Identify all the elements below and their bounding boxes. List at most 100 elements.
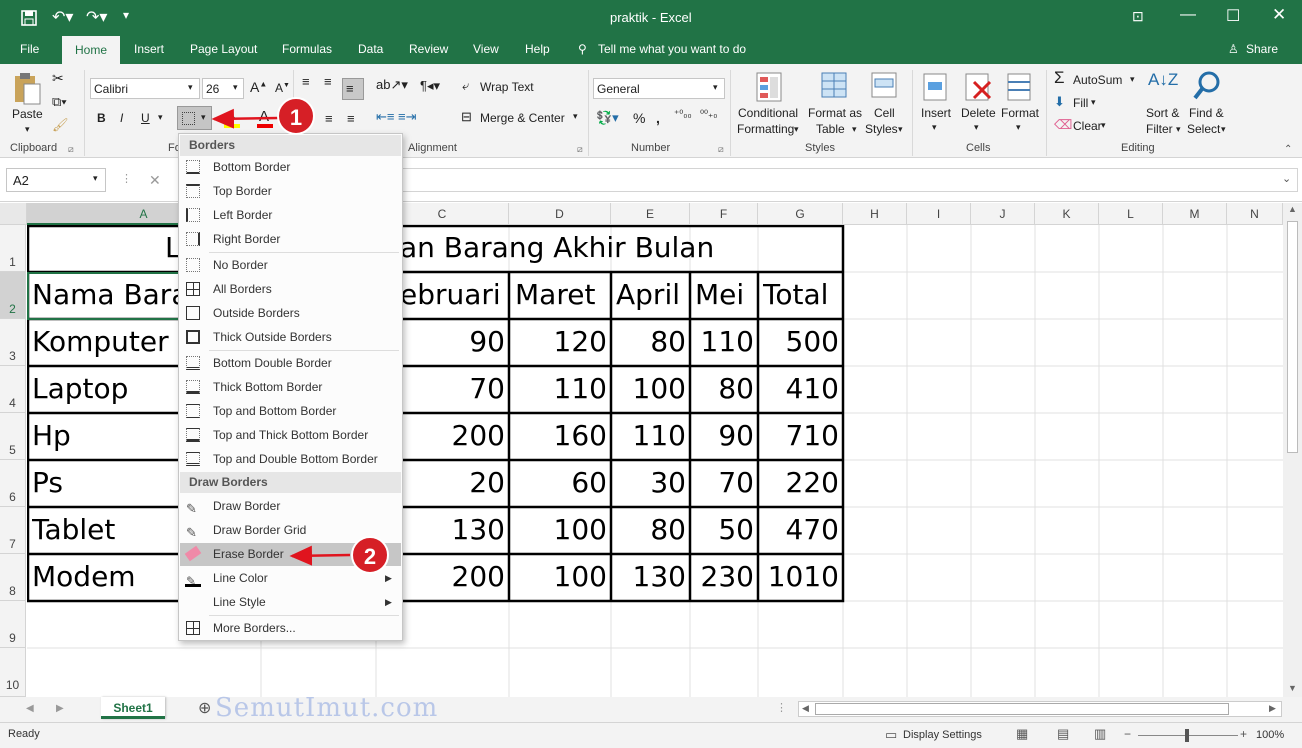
row-header-2[interactable]: 2 (0, 272, 26, 319)
header-cell-april[interactable]: April (616, 272, 680, 318)
italic-icon[interactable]: I (120, 111, 123, 125)
cell-value[interactable]: 120 (511, 319, 611, 365)
column-header-d[interactable]: D (509, 203, 611, 225)
menu-item-draw-border[interactable]: ✎ Draw Border (180, 495, 401, 518)
cell-value[interactable]: 710 (760, 413, 843, 459)
chevron-down-icon[interactable]: ▾ (1130, 74, 1135, 85)
decrease-indent-icon[interactable]: ⇤≡ (376, 109, 394, 125)
clear-button[interactable]: Clear (1073, 119, 1102, 133)
cell-styles-icon[interactable] (870, 71, 900, 103)
paste-button[interactable]: Paste (12, 107, 43, 121)
cell-value[interactable]: 410 (760, 366, 843, 412)
delete-cells-button[interactable]: Delete (961, 106, 996, 120)
cell-name[interactable]: Komputer (32, 319, 169, 365)
sort-filter-button[interactable]: Sort & (1146, 106, 1179, 120)
alignment-launcher-icon[interactable]: ⧄ (577, 144, 583, 155)
cell-value[interactable]: 160 (511, 413, 611, 459)
row-header-4[interactable]: 4 (0, 366, 26, 413)
cell-value[interactable]: 110 (511, 366, 611, 412)
row-header-10[interactable]: 10 (0, 648, 26, 697)
right-align-icon[interactable]: ≡ (347, 111, 355, 126)
column-header-f[interactable]: F (690, 203, 758, 225)
merge-center-button[interactable]: Merge & Center (480, 111, 565, 125)
menu-item-no-border[interactable]: No Border (180, 254, 401, 277)
cell-value[interactable]: 50 (692, 507, 758, 553)
zoom-level[interactable]: 100% (1256, 729, 1284, 741)
tab-view[interactable]: View (473, 42, 499, 56)
menu-item-top-and-double-bottom-border[interactable]: Top and Double Bottom Border (180, 448, 401, 471)
menu-item-line-style[interactable]: Line Style ▶ (180, 591, 401, 614)
share-button[interactable]: Share (1246, 42, 1278, 56)
tab-page-layout[interactable]: Page Layout (190, 42, 257, 56)
name-box[interactable]: A2 ▾ (6, 168, 106, 192)
select-all-corner[interactable] (0, 203, 27, 225)
find-select-button[interactable]: Find & (1189, 106, 1224, 120)
rtl-icon[interactable]: ¶◂▾ (420, 78, 440, 94)
menu-item-all-borders[interactable]: All Borders (180, 278, 401, 301)
page-layout-view-icon[interactable]: ▤ (1057, 726, 1069, 742)
collapse-ribbon-icon[interactable]: ⌃ (1284, 144, 1292, 155)
header-cell-maret[interactable]: Maret (515, 272, 595, 318)
format-as-table-icon[interactable] (820, 71, 850, 103)
cell-name[interactable]: Hp (32, 413, 71, 459)
insert-cells-icon[interactable] (922, 72, 950, 102)
cut-icon[interactable]: ✂ (52, 70, 64, 87)
hscroll-thumb[interactable] (815, 703, 1229, 715)
bold-icon[interactable]: B (97, 111, 106, 125)
accounting-icon[interactable]: 💱▾ (596, 110, 619, 126)
header-cell-mei[interactable]: Mei (695, 272, 744, 318)
column-header-k[interactable]: K (1035, 203, 1099, 225)
row-header-1[interactable]: 1 (0, 225, 26, 272)
cell-value[interactable]: 230 (692, 554, 758, 600)
middle-align-icon[interactable]: ≡ (324, 74, 332, 89)
format-cells-icon[interactable] (1006, 72, 1034, 102)
redo-icon[interactable]: ↷▾ (86, 7, 107, 27)
font-color-icon[interactable]: A (259, 108, 269, 125)
menu-item-bottom-double-border[interactable]: Bottom Double Border (180, 352, 401, 375)
cell-value[interactable]: 100 (511, 507, 611, 553)
tell-me-box[interactable]: Tell me what you want to do (598, 42, 746, 56)
tab-help[interactable]: Help (525, 42, 550, 56)
cell-value[interactable]: 110 (613, 413, 690, 459)
row-header-7[interactable]: 7 (0, 507, 26, 554)
column-header-g[interactable]: G (758, 203, 843, 225)
orientation-icon[interactable]: ab↗▾ (376, 77, 408, 93)
header-cell-nama[interactable]: Nama Bara (32, 272, 182, 318)
customize-qat-icon[interactable]: ▾ (123, 8, 129, 22)
vertical-scrollbar[interactable]: ▲ ▼ (1283, 203, 1302, 697)
underline-dropdown-icon[interactable]: ▾ (158, 112, 163, 123)
scroll-up-icon[interactable]: ▲ (1288, 204, 1297, 214)
borders-button[interactable]: ▾ (177, 106, 212, 130)
cancel-entry-icon[interactable]: ✕ (149, 172, 161, 189)
header-cell-total[interactable]: Total (763, 272, 828, 318)
undo-icon[interactable]: ↶▾ (52, 7, 73, 27)
menu-item-left-border[interactable]: Left Border (180, 204, 401, 227)
row-header-6[interactable]: 6 (0, 460, 26, 507)
zoom-in-icon[interactable]: + (1240, 727, 1247, 741)
cell-value[interactable]: 1010 (760, 554, 843, 600)
cell-name[interactable]: Ps (32, 460, 63, 506)
zoom-slider-thumb[interactable] (1185, 729, 1189, 742)
menu-item-thick-bottom-border[interactable]: Thick Bottom Border (180, 376, 401, 399)
comma-icon[interactable]: , (656, 110, 660, 126)
cell-value[interactable]: 80 (692, 366, 758, 412)
font-size-combo[interactable]: 26 ▾ (202, 78, 244, 99)
copy-icon[interactable]: ⧉▾ (52, 94, 67, 110)
normal-view-icon[interactable]: ▦ (1016, 726, 1028, 742)
grow-font-icon[interactable]: A▲ (250, 79, 267, 95)
menu-item-top-and-bottom-border[interactable]: Top and Bottom Border (180, 400, 401, 423)
format-painter-icon[interactable]: 🖌 (52, 117, 69, 133)
tab-home[interactable]: Home (62, 36, 120, 64)
cell-value[interactable]: 500 (760, 319, 843, 365)
shrink-font-icon[interactable]: A▼ (275, 81, 290, 95)
cell-value[interactable]: 130 (613, 554, 690, 600)
find-select-icon[interactable] (1192, 70, 1222, 102)
tab-formulas[interactable]: Formulas (282, 42, 332, 56)
fill-button[interactable]: Fill (1073, 96, 1088, 110)
conditional-formatting-icon[interactable] (755, 71, 785, 103)
menu-item-outside-borders[interactable]: Outside Borders (180, 302, 401, 325)
row-header-8[interactable]: 8 (0, 554, 26, 601)
close-icon[interactable]: ✕ (1272, 5, 1286, 25)
horizontal-scrollbar[interactable]: ◀ ▶ (798, 701, 1282, 717)
page-break-view-icon[interactable]: ▥ (1094, 726, 1106, 742)
